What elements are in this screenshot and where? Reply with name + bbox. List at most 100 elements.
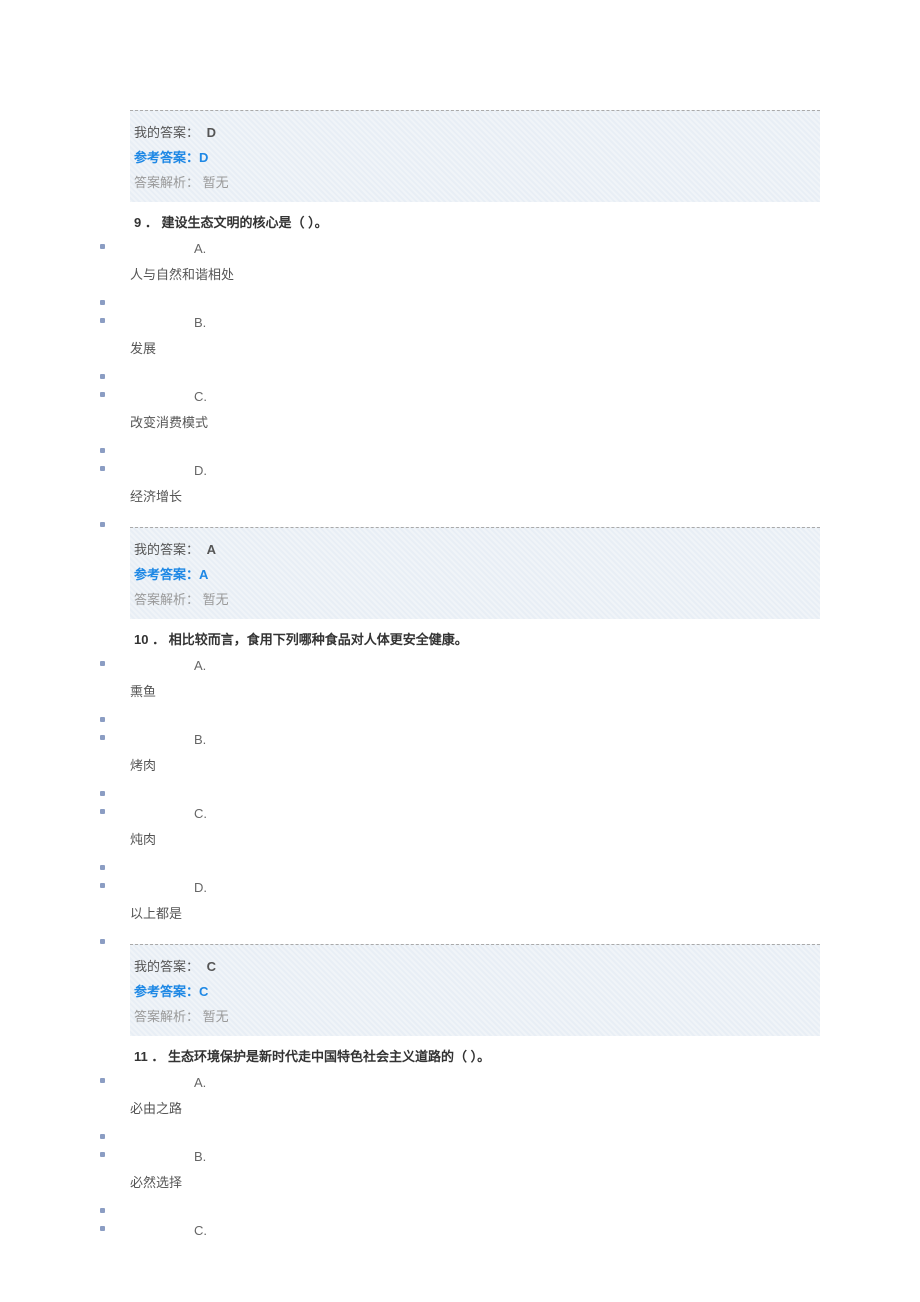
my-answer-label: 我的答案： [134, 125, 199, 140]
question-11: 11 ． 生态环境保护是新时代走中国特色社会主义道路的（ ）。 [130, 1040, 820, 1071]
option-11-b: B. [100, 1145, 820, 1168]
bullet-icon [100, 809, 105, 814]
question-9: 9 ． 建设生态文明的核心是（ ）。 [130, 206, 820, 237]
option-9-b: B. [100, 311, 820, 334]
analysis-label: 答案解析： [134, 1009, 199, 1024]
option-spacer [100, 441, 820, 453]
option-text-9-c: 改变消费模式 [130, 408, 820, 441]
bullet-icon [100, 883, 105, 888]
analysis-label: 答案解析： [134, 592, 199, 607]
bullet-icon [100, 717, 105, 722]
bullet-icon [100, 466, 105, 471]
ref-answer-value: C [199, 984, 208, 999]
bullet-icon [100, 300, 105, 305]
ref-answer-value: A [199, 567, 208, 582]
answer-block-9: 我的答案： A 参考答案：A 答案解析： 暂无 [130, 527, 820, 619]
option-letter: C. [194, 1219, 820, 1242]
option-letter: B. [194, 728, 820, 751]
ref-answer-label: 参考答案： [134, 567, 199, 582]
option-9-d: D. [100, 459, 820, 482]
bullet-icon [100, 392, 105, 397]
question-number: 11 [134, 1049, 148, 1064]
option-text-10-d: 以上都是 [130, 899, 820, 932]
question-text: 建设生态文明的核心是（ ）。 [161, 215, 327, 230]
question-number: 9 [134, 215, 141, 230]
bullet-icon [100, 448, 105, 453]
my-answer-row: 我的答案： A [130, 536, 820, 561]
bullet-icon [100, 1152, 105, 1157]
my-answer-value: D [207, 125, 216, 140]
analysis-label: 答案解析： [134, 175, 199, 190]
option-letter: D. [194, 459, 820, 482]
option-spacer [100, 367, 820, 379]
bullet-icon [100, 791, 105, 796]
answer-block-prev: 我的答案： D 参考答案：D 答案解析： 暂无 [130, 110, 820, 202]
option-9-c: C. [100, 385, 820, 408]
bullet-icon [100, 244, 105, 249]
option-text-10-c: 炖肉 [130, 825, 820, 858]
my-answer-value: A [207, 542, 216, 557]
question-sep: ． [152, 632, 169, 647]
option-text-9-b: 发展 [130, 334, 820, 367]
bullet-icon [100, 865, 105, 870]
option-letter: C. [194, 802, 820, 825]
bullet-icon [100, 661, 105, 666]
bullet-icon [100, 939, 105, 944]
option-letter: C. [194, 385, 820, 408]
question-text: 生态环境保护是新时代走中国特色社会主义道路的（ ）。 [168, 1049, 490, 1064]
ref-answer-label: 参考答案： [134, 150, 199, 165]
option-text-11-a: 必由之路 [130, 1094, 820, 1127]
option-text-9-d: 经济增长 [130, 482, 820, 515]
option-10-a: A. [100, 654, 820, 677]
analysis-value: 暂无 [203, 592, 229, 607]
bullet-icon [100, 1134, 105, 1139]
bullet-icon [100, 1226, 105, 1231]
option-10-b: B. [100, 728, 820, 751]
ref-answer-row: 参考答案：A [130, 561, 820, 586]
my-answer-value: C [207, 959, 216, 974]
option-spacer [100, 710, 820, 722]
option-9-a: A. [100, 237, 820, 260]
option-letter: A. [194, 237, 820, 260]
bullet-icon [100, 318, 105, 323]
bullet-icon [100, 1078, 105, 1083]
question-number: 10 [134, 632, 148, 647]
bullet-icon [100, 374, 105, 379]
option-10-d: D. [100, 876, 820, 899]
option-letter: D. [194, 876, 820, 899]
option-letter: B. [194, 311, 820, 334]
option-text-9-a: 人与自然和谐相处 [130, 260, 820, 293]
question-sep: ． [151, 1049, 168, 1064]
option-letter: B. [194, 1145, 820, 1168]
option-spacer [100, 784, 820, 796]
bullet-icon [100, 735, 105, 740]
option-11-a: A. [100, 1071, 820, 1094]
my-answer-row: 我的答案： C [130, 953, 820, 978]
analysis-row: 答案解析： 暂无 [130, 169, 820, 194]
analysis-value: 暂无 [203, 1009, 229, 1024]
option-10-c: C. [100, 802, 820, 825]
option-text-11-b: 必然选择 [130, 1168, 820, 1201]
ref-answer-row: 参考答案：D [130, 144, 820, 169]
ref-answer-label: 参考答案： [134, 984, 199, 999]
my-answer-label: 我的答案： [134, 959, 199, 974]
my-answer-label: 我的答案： [134, 542, 199, 557]
option-spacer [100, 1127, 820, 1139]
ref-answer-row: 参考答案：C [130, 978, 820, 1003]
option-spacer [100, 1201, 820, 1213]
answer-block-10: 我的答案： C 参考答案：C 答案解析： 暂无 [130, 944, 820, 1036]
option-spacer [100, 515, 820, 527]
question-sep: ． [145, 215, 162, 230]
bullet-icon [100, 1208, 105, 1213]
my-answer-row: 我的答案： D [130, 119, 820, 144]
option-letter: A. [194, 654, 820, 677]
option-spacer [100, 932, 820, 944]
option-spacer [100, 858, 820, 870]
analysis-value: 暂无 [203, 175, 229, 190]
option-11-c: C. [100, 1219, 820, 1242]
bullet-icon [100, 522, 105, 527]
option-text-10-a: 熏鱼 [130, 677, 820, 710]
question-text: 相比较而言，食用下列哪种食品对人体更安全健康。 [169, 632, 468, 647]
question-10: 10 ． 相比较而言，食用下列哪种食品对人体更安全健康。 [130, 623, 820, 654]
option-spacer [100, 293, 820, 305]
